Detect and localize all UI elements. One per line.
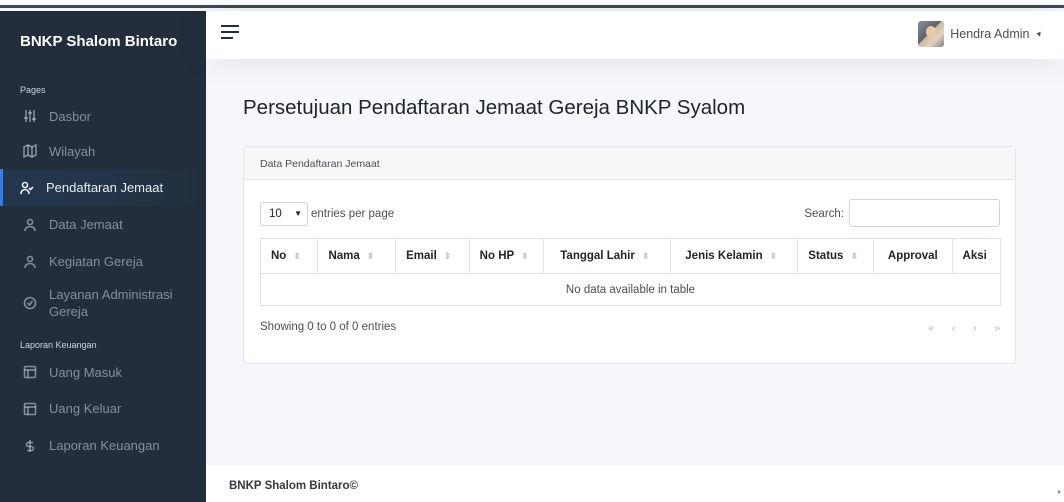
sidebar-item-laporan-keuangan[interactable]: Laporan Keuangan: [0, 427, 206, 464]
sort-icon: ⬍: [641, 251, 650, 261]
sidebar-item-label: Uang Masuk: [49, 364, 122, 380]
user-menu[interactable]: Hendra Admin ▾: [918, 21, 1044, 47]
user-icon: [23, 255, 37, 269]
sidebar-item-label: Data Jemaat: [49, 217, 123, 232]
card-title: Data Pendaftaran Jemaat: [244, 147, 1015, 180]
sidebar-item-label: Uang Keluar: [49, 401, 122, 416]
dollar-sign-icon: [23, 439, 37, 453]
column-header-no[interactable]: No ⬍: [259, 238, 319, 274]
sidebar-item-uang-masuk[interactable]: Uang Masuk: [0, 354, 206, 390]
table-info: Showing 0 to 0 of 0 entries: [260, 321, 397, 333]
search-input[interactable]: [849, 199, 1000, 227]
main-content: Persetujuan Pendaftaran Jemaat Gereja BN…: [206, 59, 1064, 465]
table-row: No data available in table: [260, 273, 1001, 306]
sort-icon: ⬍: [521, 251, 529, 261]
sidebar: BNKP Shalom Bintaro Pages Dasbor Wilayah…: [0, 11, 206, 502]
user-icon: [23, 218, 37, 232]
scroll-down-icon[interactable]: ▼: [1056, 490, 1062, 496]
pagination: « ‹ › »: [910, 323, 1000, 334]
sidebar-brand[interactable]: BNKP Shalom Bintaro: [0, 11, 206, 71]
sidebar-section-finance: Laporan Keuangan: [20, 340, 97, 350]
sidebar-item-label: Dasbor: [49, 108, 91, 124]
sort-icon: ⬍: [443, 251, 452, 261]
column-header-aksi[interactable]: Aksi: [951, 238, 1002, 274]
caret-down-icon: ▾: [1035, 28, 1044, 40]
map-icon: [23, 144, 37, 158]
check-circle-icon: [23, 296, 37, 310]
sidebar-item-uang-keluar[interactable]: Uang Keluar: [0, 390, 206, 427]
entries-per-page-label: entries per page: [311, 208, 395, 220]
sidebar-section-pages: Pages: [20, 85, 46, 95]
next-page-button[interactable]: ›: [973, 323, 976, 334]
column-header-nama[interactable]: Nama ⬍: [317, 238, 397, 274]
sort-icon: ⬍: [293, 251, 301, 261]
sort-icon: ⬍: [366, 251, 375, 261]
sidebar-item-wilayah[interactable]: Wilayah: [0, 133, 206, 169]
user-check-icon: [20, 181, 34, 195]
page-title: Persetujuan Pendaftaran Jemaat Gereja BN…: [243, 96, 746, 119]
entries-per-page-select[interactable]: 10 ▼: [260, 202, 308, 226]
column-header-no-hp[interactable]: No HP ⬍: [468, 238, 545, 274]
sidebar-item-data-jemaat[interactable]: Data Jemaat: [0, 206, 206, 243]
sidebar-item-label: Layanan Administrasi Gereja: [49, 287, 173, 319]
top-navbar: Hendra Admin ▾: [206, 11, 1064, 59]
sidebar-item-pendaftaran-jemaat[interactable]: Pendaftaran Jemaat: [0, 169, 206, 206]
layout-icon: [23, 402, 37, 416]
layout-icon: [23, 365, 37, 379]
user-name: Hendra Admin: [950, 27, 1030, 41]
window-top-strip: [0, 0, 1064, 8]
search-label: Search:: [804, 208, 844, 220]
sidebar-item-label: Pendaftaran Jemaat: [46, 180, 164, 195]
last-page-button[interactable]: »: [994, 323, 1000, 334]
prev-page-button[interactable]: ‹: [952, 323, 955, 334]
sort-icon: ⬍: [850, 251, 858, 261]
column-header-approval[interactable]: Approval: [872, 238, 953, 274]
column-header-status[interactable]: Status ⬍: [797, 238, 874, 274]
registrations-table: No ⬍ Nama ⬍ Email ⬍ No HP ⬍ Tanggal Lahir ⬍ J…: [259, 238, 1002, 306]
chevron-down-icon: ▼: [294, 209, 302, 218]
sidebar-item-kegiatan-gereja[interactable]: Kegiatan Gereja: [0, 243, 206, 280]
sidebar-item-layanan-administrasi[interactable]: Layanan Administrasi Gereja: [0, 280, 206, 326]
column-header-jenis-kelamin[interactable]: Jenis Kelamin ⬍: [670, 238, 799, 274]
avatar: [918, 21, 945, 47]
sidebar-item-dasbor[interactable]: Dasbor: [0, 99, 206, 133]
table-header-row: No ⬍ Nama ⬍ Email ⬍ No HP ⬍ Tanggal Lahir ⬍ J…: [259, 238, 1002, 274]
column-header-tanggal-lahir[interactable]: Tanggal Lahir ⬍: [543, 238, 672, 274]
sidebar-item-label: Laporan Keuangan: [49, 438, 160, 453]
sidebar-item-label: Kegiatan Gereja: [49, 254, 143, 269]
entries-per-page-value: 10: [269, 208, 282, 220]
column-header-email[interactable]: Email ⬍: [395, 238, 470, 274]
empty-table-message: No data available in table: [260, 273, 1001, 306]
registration-card: Data Pendaftaran Jemaat 10 ▼ entries per…: [243, 146, 1016, 364]
sidebar-item-label: Wilayah: [49, 143, 96, 159]
table-toolbar: 10 ▼ entries per page Search:: [260, 199, 1000, 229]
first-page-button[interactable]: «: [928, 323, 934, 334]
sidebar-toggle-icon[interactable]: [221, 25, 239, 41]
sliders-icon: [23, 109, 37, 123]
footer: BNKP Shalom Bintaro©: [206, 465, 1064, 502]
sort-icon: ⬍: [769, 251, 778, 261]
